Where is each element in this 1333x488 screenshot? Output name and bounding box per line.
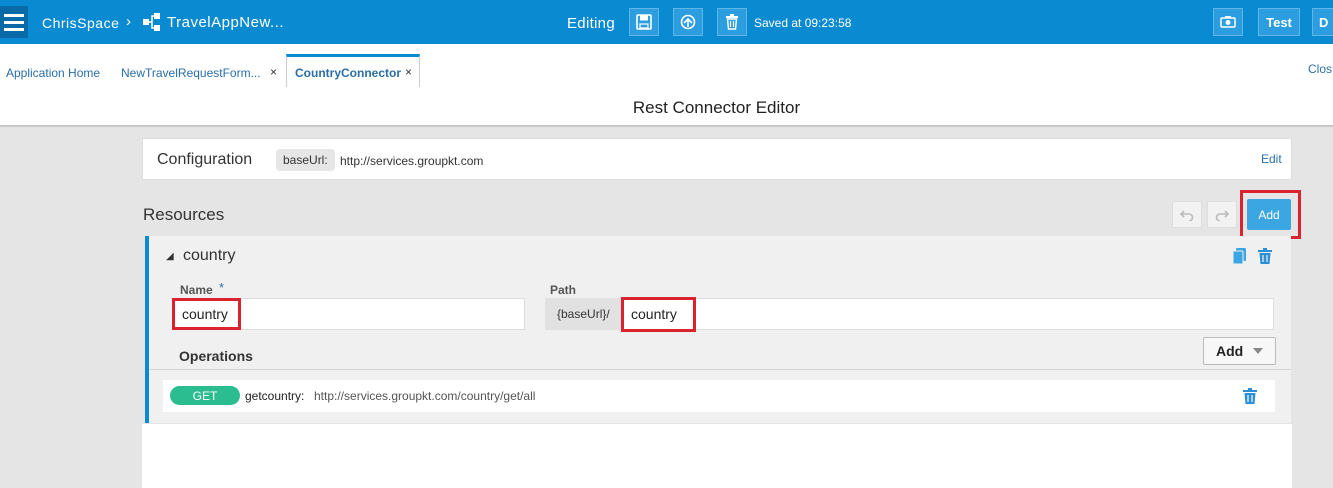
redo-icon [1215,209,1229,221]
undo-button[interactable] [1172,201,1202,228]
method-badge: GET [170,386,240,405]
resource-name: country [183,247,236,264]
path-prefix: {baseUrl}/ [545,298,621,330]
tab-application-home[interactable]: Application Home [6,66,100,80]
add-operation-dropdown[interactable]: Add [1203,337,1276,365]
edit-configuration-link[interactable]: Edit [1261,152,1282,166]
undo-icon [1180,209,1194,221]
name-label: Name [180,283,213,297]
test-button[interactable]: Test [1258,8,1300,36]
required-indicator: * [219,280,225,295]
tab-label: CountryConnector [295,66,401,80]
baseurl-badge: baseUrl: [276,149,335,171]
resources-title: Resources [143,205,225,224]
add-operation-label: Add [1216,343,1244,359]
deploy-text-button[interactable]: D [1312,8,1333,36]
tab-bar: Application Home NewTravelRequestForm...… [0,44,1333,87]
path-field[interactable] [621,298,1274,330]
baseurl-value: http://services.groupkt.com [340,154,484,168]
configuration-panel: Configuration baseUrl: http://services.g… [142,138,1292,180]
editing-status: Editing [567,15,615,32]
breadcrumb-separator: › [126,13,131,30]
redo-button[interactable] [1207,201,1237,228]
divider [149,369,1291,370]
path-label: Path [550,283,577,297]
delete-operation-icon[interactable] [1243,388,1257,404]
saved-status: Saved at 09:23:58 [754,16,852,30]
delete-resource-icon[interactable] [1258,248,1272,264]
breadcrumb-app[interactable]: TravelAppNew... [167,14,284,31]
content-area [142,424,1292,488]
operation-name[interactable]: getcountry: [245,389,304,403]
configuration-label: Configuration [157,151,253,168]
operation-url: http://services.groupkt.com/country/get/… [314,389,536,403]
save-icon [636,14,652,30]
deploy-icon [680,14,696,30]
delete-app-button[interactable] [717,8,747,36]
chevron-down-icon [1253,348,1264,354]
editor-header: Rest Connector Editor [0,87,1333,127]
close-all-link[interactable]: Clos [1308,62,1332,76]
tab-new-travel-request-form[interactable]: NewTravelRequestForm... [121,66,261,80]
name-field[interactable] [172,298,525,330]
page-title: Rest Connector Editor [632,98,801,117]
close-icon[interactable]: × [270,65,277,79]
app-flow-icon [143,13,160,31]
preview-button[interactable] [1213,8,1243,36]
save-button[interactable] [629,8,659,36]
tab-country-connector[interactable]: CountryConnector × [286,54,420,87]
operations-label: Operations [179,348,253,364]
copy-icon[interactable] [1233,248,1247,264]
menu-icon[interactable] [0,6,28,38]
breadcrumb-space[interactable]: ChrisSpace [42,15,119,31]
add-resource-button[interactable]: Add [1247,199,1291,230]
deploy-button[interactable] [673,8,703,36]
close-icon[interactable]: × [405,65,412,79]
collapse-toggle-icon[interactable]: ◢ [166,251,174,262]
trash-icon [726,14,738,30]
top-bar: ChrisSpace › TravelAppNew... Editing Sav… [0,0,1333,44]
preview-icon [1220,16,1236,28]
